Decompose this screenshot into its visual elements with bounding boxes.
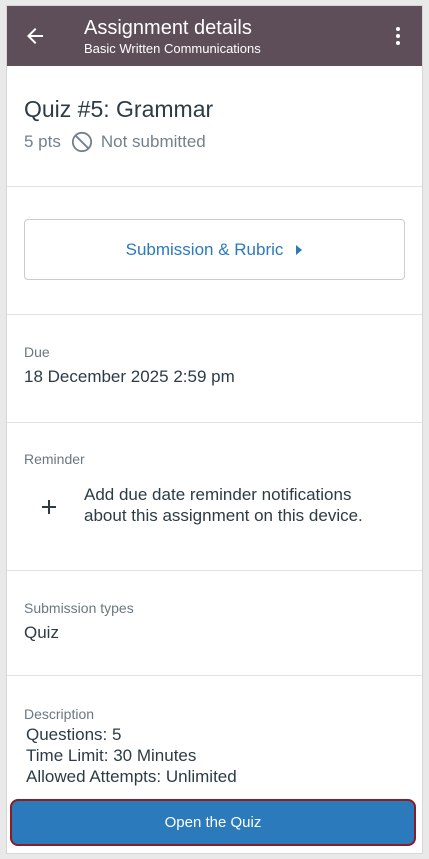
submission-types-value: Quiz	[24, 623, 59, 642]
course-name: Basic Written Communications	[84, 41, 261, 56]
divider	[7, 422, 422, 423]
divider	[7, 570, 422, 571]
plus-icon	[42, 500, 56, 514]
description-body: Questions: 5 Time Limit: 30 Minutes Allo…	[26, 724, 237, 787]
description-line: Questions: 5	[26, 725, 122, 744]
description-label: Description	[24, 706, 95, 722]
submission-rubric-label: Submission & Rubric	[125, 239, 284, 259]
assignment-title: Quiz #5: Grammar	[24, 96, 214, 122]
app-bar: Assignment details Basic Written Communi…	[7, 6, 422, 66]
reminder-label: Reminder	[24, 451, 85, 467]
add-reminder-text: Add due date reminder notifications abou…	[84, 485, 363, 525]
assignment-details-screen: Assignment details Basic Written Communi…	[7, 6, 422, 853]
divider	[7, 186, 422, 187]
caret-right-icon	[296, 244, 303, 255]
submission-types-label: Submission types	[24, 600, 134, 616]
assignment-meta: 5 pts Not submitted	[24, 131, 206, 153]
back-button[interactable]	[23, 24, 47, 48]
open-quiz-label: Open the Quiz	[164, 814, 262, 831]
page-title: Assignment details	[84, 17, 252, 39]
divider	[7, 314, 422, 315]
description-line: Allowed Attempts: Unlimited	[26, 767, 237, 786]
open-quiz-button[interactable]: Open the Quiz	[10, 799, 416, 846]
description-line: Time Limit: 30 Minutes	[26, 746, 197, 765]
due-date-value: 18 December 2025 2:59 pm	[24, 367, 235, 386]
not-submitted-icon	[71, 131, 92, 153]
add-reminder-button[interactable]: Add due date reminder notifications abou…	[37, 484, 407, 526]
kebab-menu-icon	[396, 27, 400, 45]
submission-rubric-button[interactable]: Submission & Rubric	[24, 219, 405, 280]
points-value: 5 pts	[24, 132, 61, 151]
more-options-button[interactable]	[386, 24, 410, 48]
arrow-left-icon	[27, 28, 43, 44]
divider	[7, 675, 422, 676]
submission-status: Not submitted	[100, 132, 206, 151]
due-label: Due	[24, 344, 50, 360]
